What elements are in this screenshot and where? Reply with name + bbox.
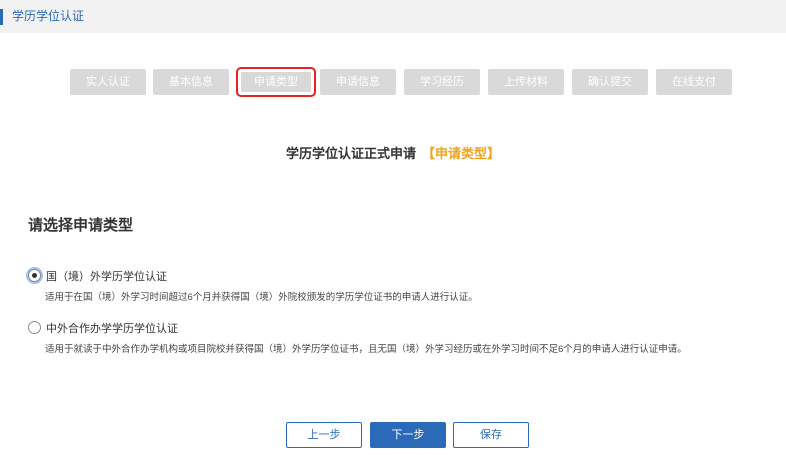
save-button[interactable]: 保存 xyxy=(453,422,529,448)
form-title-tag: 【申请类型】 xyxy=(422,146,501,161)
step-online-payment[interactable]: 在线支付 xyxy=(656,69,732,95)
radio-foreign-degree[interactable] xyxy=(28,269,41,282)
header-accent-bar xyxy=(0,9,3,25)
step-application-type[interactable]: 申请类型 xyxy=(236,67,316,97)
option-description: 适用于就读于中外合作办学机构或项目院校并获得国（境）外学历学位证书，且无国（境）… xyxy=(45,344,687,355)
step-application-info[interactable]: 申请信息 xyxy=(320,69,396,95)
option-label[interactable]: 国（境）外学历学位认证 xyxy=(46,268,167,284)
step-upload-materials[interactable]: 上传材料 xyxy=(488,69,564,95)
prev-step-button[interactable]: 上一步 xyxy=(286,422,362,448)
radio-sino-foreign-degree[interactable] xyxy=(28,321,41,334)
step-study-history[interactable]: 学习经历 xyxy=(404,69,480,95)
step-confirm-submit[interactable]: 确认提交 xyxy=(572,69,648,95)
form-title: 学历学位认证正式申请 【申请类型】 xyxy=(0,143,786,162)
step-identity-verification[interactable]: 实人认证 xyxy=(70,69,146,95)
next-step-button[interactable]: 下一步 xyxy=(370,422,446,448)
page-header: 学历学位认证 xyxy=(0,0,786,33)
page-title: 学历学位认证 xyxy=(12,9,85,23)
form-title-text: 学历学位认证正式申请 xyxy=(285,146,416,161)
option-label[interactable]: 中外合作办学学历学位认证 xyxy=(46,320,178,336)
section-title: 请选择申请类型 xyxy=(28,217,134,234)
step-progress: 实人认证 基本信息 申请类型 申请信息 学习经历 上传材料 确认提交 在线支付 xyxy=(0,67,786,97)
option-description: 适用于在国（境）外学习时间超过6个月并获得国（境）外院校颁发的学历学位证书的申请… xyxy=(45,292,478,303)
step-basic-info[interactable]: 基本信息 xyxy=(153,69,229,95)
